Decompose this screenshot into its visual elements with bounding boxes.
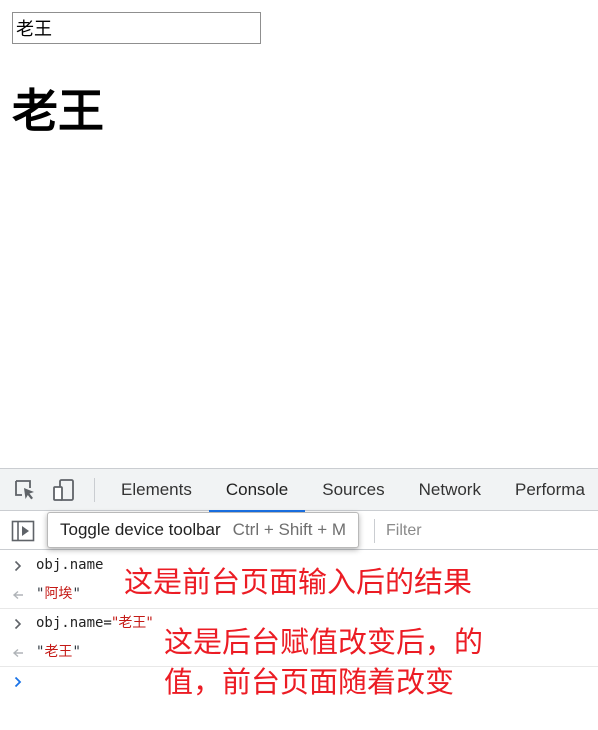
tab-sources[interactable]: Sources <box>305 469 401 511</box>
device-toolbar-button[interactable] <box>51 477 77 503</box>
device-mobile-icon <box>53 479 74 501</box>
console-command: obj.name="老王" <box>36 615 153 631</box>
result-string: 阿埃 <box>44 586 73 602</box>
tab-network[interactable]: Network <box>402 469 498 511</box>
inspect-element-button[interactable] <box>12 477 38 503</box>
device-toolbar-tooltip: Toggle device toolbar Ctrl + Shift + M <box>47 512 360 548</box>
annotation-second-line1: 这是后台赋值改变后，的 <box>164 625 484 659</box>
tab-separator <box>94 478 95 502</box>
devtools-tab-bar: Elements Console Sources Network Perform… <box>0 469 598 512</box>
name-heading: 老王 <box>12 84 104 138</box>
result-arrow-icon <box>11 580 25 609</box>
inspect-cursor-icon <box>15 480 34 500</box>
annotation-second-line2: 值，前台页面随着改变 <box>164 665 455 699</box>
console-result: "阿埃" <box>36 586 81 602</box>
prompt-chevron-icon <box>11 667 25 696</box>
tab-elements[interactable]: Elements <box>104 469 209 511</box>
console-result: "老王" <box>36 644 81 660</box>
tooltip-shortcut: Ctrl + Shift + M <box>232 520 347 539</box>
command-prefix: obj.name= <box>36 615 112 631</box>
chevron-right-icon <box>11 609 25 638</box>
tooltip-title: Toggle device toolbar <box>60 520 221 539</box>
devtools-tabs: Elements Console Sources Network Perform… <box>104 469 598 512</box>
chevron-right-icon <box>11 551 25 580</box>
filter-separator <box>374 519 375 543</box>
sidebar-play-icon <box>11 520 35 542</box>
annotation-second: 这是后台赋值改变后，的 值，前台页面随着改变 <box>164 622 483 702</box>
annotation-first: 这是前台页面输入后的结果 <box>124 565 473 599</box>
name-input[interactable] <box>12 12 261 44</box>
console-command: obj.name <box>36 557 104 573</box>
tab-console[interactable]: Console <box>208 469 306 512</box>
command-value: 老王 <box>118 615 147 631</box>
result-arrow-icon <box>11 638 25 667</box>
tab-performance[interactable]: Performa <box>498 469 598 511</box>
result-string: 老王 <box>44 644 73 660</box>
console-filter-input[interactable] <box>380 517 598 545</box>
console-sidebar-button[interactable] <box>10 518 36 544</box>
